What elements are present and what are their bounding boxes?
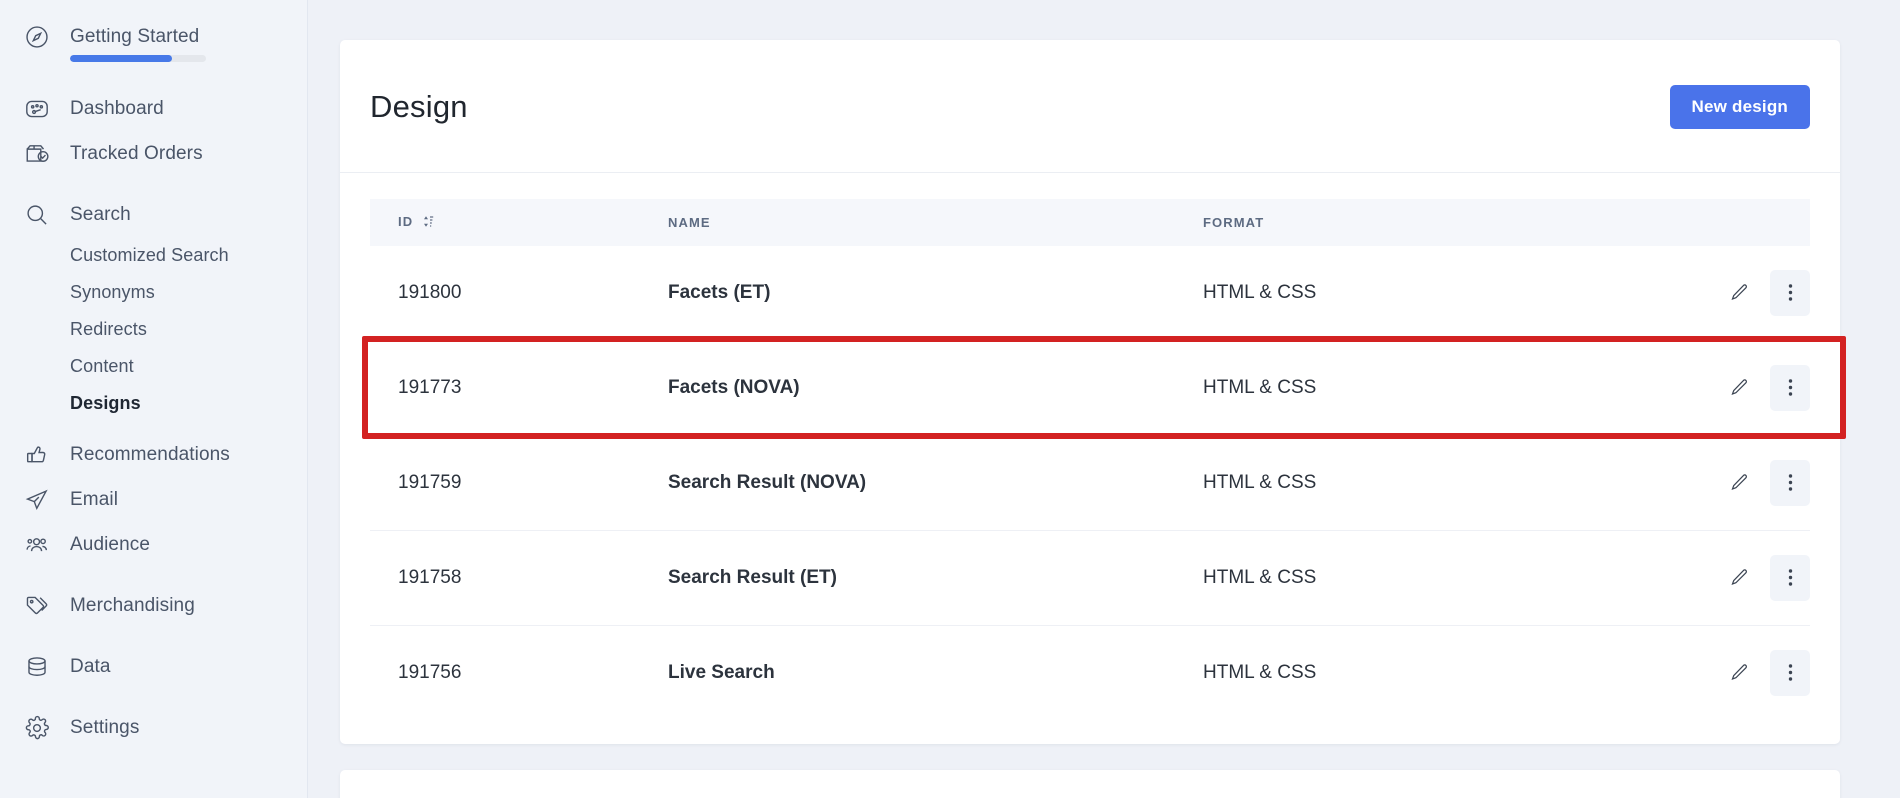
sidebar-item-redirects[interactable]: Redirects	[0, 311, 307, 348]
column-header-name[interactable]: NAME	[640, 199, 1175, 246]
progress-fill	[70, 55, 172, 62]
sidebar-item-content[interactable]: Content	[0, 348, 307, 385]
edit-pencil-icon[interactable]	[1722, 276, 1756, 310]
column-header-actions	[1650, 199, 1810, 246]
tag-icon	[20, 589, 54, 623]
row-actions	[1678, 649, 1810, 696]
sidebar-item-label: Redirects	[70, 319, 147, 339]
thumbs-up-icon	[20, 438, 54, 472]
cell-id: 191756	[398, 661, 462, 683]
sidebar-item-getting-started[interactable]: Getting Started	[0, 14, 307, 59]
more-vertical-icon[interactable]	[1770, 269, 1810, 316]
compass-icon	[20, 20, 54, 54]
sidebar-item-label: Dashboard	[70, 97, 164, 119]
search-icon	[20, 198, 54, 232]
more-vertical-icon[interactable]	[1770, 364, 1810, 411]
sidebar-item-label: Email	[70, 488, 119, 510]
more-vertical-icon[interactable]	[1770, 554, 1810, 601]
sidebar-item-label: Customized Search	[70, 245, 229, 265]
design-table: ID NAME FORMAT 191800 Facets (ET) HTML &…	[370, 198, 1810, 720]
row-actions	[1678, 554, 1810, 601]
other-designs-card: Other Designs ID	[340, 769, 1840, 798]
design-card-body: ID NAME FORMAT 191800 Facets (ET) HTML &…	[340, 173, 1840, 744]
table-row[interactable]: 191756 Live Search HTML & CSS	[370, 625, 1810, 720]
sidebar-item-label: Designs	[70, 393, 141, 413]
main-content: Design New design ID NAME FORMAT 191800 …	[308, 0, 1900, 798]
cell-id: 191773	[370, 340, 640, 436]
sidebar-item-label: Settings	[70, 716, 140, 738]
cell-format: HTML & CSS	[1175, 435, 1650, 531]
package-check-icon	[20, 137, 54, 171]
sidebar-item-search[interactable]: Search	[0, 192, 307, 237]
row-actions	[1678, 364, 1810, 411]
cell-name: Search Result (NOVA)	[640, 435, 1175, 531]
app-root: Getting Started Dashboard Tracked Orders…	[0, 0, 1900, 798]
page-title: Design	[370, 88, 468, 124]
design-table-body: 191800 Facets (ET) HTML & CSS 191773 Facets …	[370, 245, 1810, 720]
sidebar-item-label: Getting Started	[70, 25, 200, 47]
sidebar-item-label: Search	[70, 203, 131, 225]
cell-name: Facets (NOVA)	[640, 340, 1175, 436]
users-icon	[20, 528, 54, 562]
table-row[interactable]: 191773 Facets (NOVA) HTML & CSS	[370, 340, 1810, 436]
cell-id: 191800	[370, 245, 640, 341]
cell-name: Facets (ET)	[640, 245, 1175, 341]
edit-pencil-icon[interactable]	[1722, 656, 1756, 690]
sidebar-item-designs[interactable]: Designs	[0, 385, 307, 422]
column-header-id-label: ID	[398, 213, 414, 229]
sidebar-item-label: Tracked Orders	[70, 142, 203, 164]
table-row[interactable]: 191800 Facets (ET) HTML & CSS	[370, 245, 1810, 341]
database-icon	[20, 650, 54, 684]
column-header-format[interactable]: FORMAT	[1175, 199, 1650, 246]
cell-name: Live Search	[668, 661, 775, 683]
design-header-row: ID NAME FORMAT	[370, 198, 1810, 246]
sidebar-item-label: Content	[70, 356, 134, 376]
table-row[interactable]: 191758 Search Result (ET) HTML & CSS	[370, 530, 1810, 626]
more-vertical-icon[interactable]	[1770, 459, 1810, 506]
sidebar-item-label: Audience	[70, 533, 151, 555]
row-actions	[1678, 269, 1810, 316]
sidebar-item-label: Recommendations	[70, 443, 230, 465]
edit-pencil-icon[interactable]	[1722, 561, 1756, 595]
sidebar: Getting Started Dashboard Tracked Orders…	[0, 0, 308, 798]
sidebar-item-data[interactable]: Data	[0, 644, 307, 689]
design-card-header: Design New design	[340, 40, 1840, 173]
sidebar-item-email[interactable]: Email	[0, 477, 307, 522]
new-design-button[interactable]: New design	[1669, 84, 1810, 129]
cell-id: 191759	[370, 435, 640, 531]
gauge-icon	[20, 92, 54, 126]
cell-format: HTML & CSS	[1175, 530, 1650, 626]
sidebar-item-label: Merchandising	[70, 594, 195, 616]
sidebar-item-merchandising[interactable]: Merchandising	[0, 583, 307, 628]
paper-plane-icon	[20, 483, 54, 517]
sidebar-item-settings[interactable]: Settings	[0, 705, 307, 750]
design-table-header: ID NAME FORMAT	[370, 198, 1810, 246]
sidebar-item-synonyms[interactable]: Synonyms	[0, 274, 307, 311]
design-card: Design New design ID NAME FORMAT 191800 …	[340, 40, 1840, 744]
edit-pencil-icon[interactable]	[1722, 466, 1756, 500]
edit-pencil-icon[interactable]	[1722, 371, 1756, 405]
sidebar-item-audience[interactable]: Audience	[0, 522, 307, 567]
cell-id: 191758	[370, 530, 640, 626]
cell-format: HTML & CSS	[1203, 661, 1317, 683]
cell-name: Search Result (ET)	[640, 530, 1175, 626]
sidebar-item-label: Data	[70, 655, 111, 677]
progress-track	[70, 55, 206, 62]
sidebar-item-label: Synonyms	[70, 282, 155, 302]
sidebar-item-dashboard[interactable]: Dashboard	[0, 86, 307, 131]
sort-icon[interactable]	[423, 215, 434, 231]
sidebar-item-recommendations[interactable]: Recommendations	[0, 432, 307, 477]
column-header-id[interactable]: ID	[370, 199, 640, 246]
table-row[interactable]: 191759 Search Result (NOVA) HTML & CSS	[370, 435, 1810, 531]
row-actions	[1678, 459, 1810, 506]
other-designs-card-header: Other Designs	[340, 770, 1840, 798]
more-vertical-icon[interactable]	[1770, 649, 1810, 696]
cell-format: HTML & CSS	[1175, 340, 1650, 436]
sidebar-item-customized-search[interactable]: Customized Search	[0, 237, 307, 274]
getting-started-progress	[0, 55, 307, 62]
sidebar-item-tracked-orders[interactable]: Tracked Orders	[0, 131, 307, 176]
cell-format: HTML & CSS	[1175, 245, 1650, 341]
gear-icon	[20, 711, 54, 745]
